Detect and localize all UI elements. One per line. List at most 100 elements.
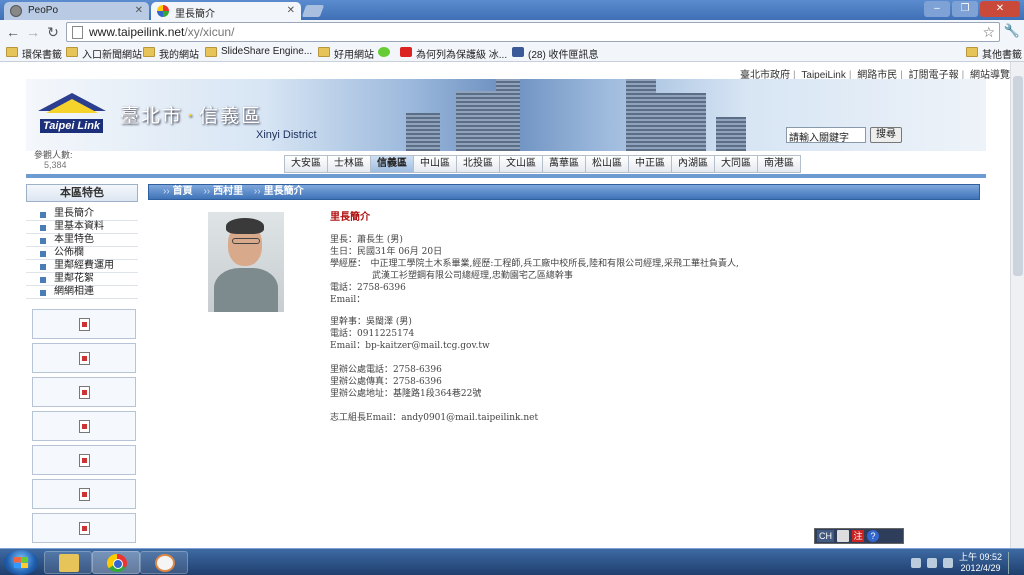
district-tab[interactable]: 內湖區 <box>672 155 715 173</box>
bookmark-item[interactable]: 我的網站 <box>143 46 199 61</box>
bullet-icon <box>40 264 46 270</box>
tab-label: PeoPo <box>28 5 59 16</box>
ie-icon <box>378 47 390 57</box>
site-title: 臺北市 · 信義區 <box>120 105 263 127</box>
web-page: 臺北市政府 | TaipeiLink | 網路市民 | 訂閱電子報 | 網站導覽 Tai… <box>0 62 1024 548</box>
district-tab[interactable]: 中山區 <box>414 155 457 173</box>
secretary-name: 里幹事：吳閩澤 (男) <box>330 317 412 327</box>
forward-arrow-icon[interactable]: → <box>24 23 42 41</box>
chief-birth: 生日：民國31年 06月 20日 <box>330 247 443 257</box>
new-tab-button[interactable] <box>301 5 325 17</box>
taskbar-explorer[interactable] <box>44 551 92 574</box>
office-address: 里辦公處地址：基隆路1段364巷22號 <box>330 389 482 399</box>
ime-input-icon[interactable]: 注 <box>852 530 864 542</box>
district-tab[interactable]: 士林區 <box>328 155 371 173</box>
sidebar-banner[interactable] <box>32 343 136 373</box>
secretary-email[interactable]: Email：bp-kaitzer@mail.tcg.gov.tw <box>330 340 970 352</box>
sidebar-item-chief-intro[interactable]: 里長簡介 <box>26 208 138 221</box>
close-icon[interactable]: ✕ <box>287 5 295 16</box>
breadcrumb-current: 里長簡介 <box>263 186 304 197</box>
breadcrumb-home[interactable]: 首頁 <box>173 186 193 197</box>
sidebar-banner[interactable] <box>32 411 136 441</box>
bookmark-item[interactable]: 好用網站 <box>318 46 374 61</box>
bookmark-item[interactable]: 為何列為保護級 冰... <box>400 46 507 61</box>
breadcrumb-village[interactable]: 西村里 <box>213 186 243 197</box>
window-close-button[interactable]: ✕ <box>980 1 1020 17</box>
chief-info: 里長簡介 里長：蕭長生 (男) 生日：民國31年 06月 20日 學經歷： 中正… <box>330 212 970 424</box>
reload-icon[interactable]: ↻ <box>44 23 62 41</box>
district-tab[interactable]: 南港區 <box>758 155 801 173</box>
district-tab[interactable]: 中正區 <box>629 155 672 173</box>
chief-portrait <box>208 212 284 312</box>
sidebar-item-basic-info[interactable]: 里基本資料 <box>26 221 138 234</box>
sidebar-banner[interactable] <box>32 513 136 543</box>
network-icon[interactable] <box>926 558 937 568</box>
sidebar-item-features[interactable]: 本里特色 <box>26 234 138 247</box>
star-icon[interactable]: ☆ <box>982 24 995 41</box>
sidebar-banner[interactable] <box>32 377 136 407</box>
sidebar-item-highlights[interactable]: 里鄰花絮 <box>26 273 138 286</box>
district-tab[interactable]: 大安區 <box>284 155 328 173</box>
bookmark-item[interactable]: 入口新聞網站 <box>66 46 142 61</box>
sidebar-item-bulletin[interactable]: 公佈欄 <box>26 247 138 260</box>
district-tab[interactable]: 文山區 <box>500 155 543 173</box>
volume-icon[interactable] <box>942 558 953 568</box>
sidebar-banner[interactable] <box>32 479 136 509</box>
clock[interactable]: 上午 09:52 2012/4/29 <box>959 552 1002 574</box>
district-tab[interactable]: 萬華區 <box>543 155 586 173</box>
broken-image-icon <box>79 386 90 399</box>
ime-mode-icon[interactable] <box>837 530 849 542</box>
bookmark-item[interactable]: SlideShare Engine... <box>205 46 312 57</box>
volunteer-email[interactable]: 志工組長Email：andy0901@mail.taipeilink.net <box>330 412 970 424</box>
broken-image-icon <box>79 522 90 535</box>
browser-toolbar: ← → ↻ www.taipeilink.net/xy/xicun/ ☆ 🔧 <box>0 20 1024 44</box>
tab-chief-intro[interactable]: 里長簡介 ✕ <box>151 2 301 20</box>
folder-icon <box>143 47 155 57</box>
district-nav: 大安區 士林區 信義區 中山區 北投區 文山區 萬華區 松山區 中正區 內湖區 … <box>284 155 801 173</box>
office-phone: 里辦公處電話：2758-6396 <box>330 365 442 375</box>
bullet-icon <box>40 251 46 257</box>
show-hidden-icons-icon[interactable] <box>910 558 921 568</box>
sidebar-banner[interactable] <box>32 309 136 339</box>
sidebar-item-funds[interactable]: 里鄰經費運用 <box>26 260 138 273</box>
chief-edu-cont: 武漢工衫塑鋼有限公司總經理,忠勤園宅乙區總幹事 <box>372 271 573 281</box>
bookmark-item[interactable]: 環保書籤 <box>6 46 62 61</box>
tab-peopo[interactable]: PeoPo ✕ <box>4 2 149 20</box>
district-tab[interactable]: 北投區 <box>457 155 500 173</box>
district-tab[interactable]: 大同區 <box>715 155 758 173</box>
visitors-count: 5,384 <box>44 160 67 170</box>
facebook-icon <box>512 47 524 57</box>
bookmark-item[interactable]: (28) 收件匣訊息 <box>512 46 599 61</box>
maximize-button[interactable]: ❐ <box>952 1 978 17</box>
other-bookmarks[interactable]: 其他書籤 <box>966 46 1022 61</box>
site-banner: Taipei Link 臺北市 · 信義區 Xinyi District 請輸入關鍵… <box>26 79 986 151</box>
scrollbar[interactable] <box>1010 62 1024 548</box>
minimize-button[interactable]: – <box>924 1 950 17</box>
taskbar-chrome[interactable] <box>92 551 140 574</box>
sidebar-banner[interactable] <box>32 445 136 475</box>
close-icon[interactable]: ✕ <box>135 5 143 16</box>
url-host: www.taipeilink.net <box>89 25 185 39</box>
taskbar-paint[interactable] <box>140 551 188 574</box>
bullet-icon <box>40 225 46 231</box>
show-desktop-button[interactable] <box>1008 552 1018 574</box>
back-arrow-icon[interactable]: ← <box>4 23 22 41</box>
sidebar-item-links[interactable]: 網網相連 <box>26 286 138 299</box>
search-input[interactable]: 請輸入關鍵字 <box>786 127 866 144</box>
start-button[interactable] <box>4 550 38 575</box>
scrollbar-thumb[interactable] <box>1013 76 1023 276</box>
building-graphic <box>716 117 746 151</box>
ime-language[interactable]: CH <box>817 530 834 542</box>
district-tab[interactable]: 松山區 <box>586 155 629 173</box>
bookmarks-bar: 環保書籤 入口新聞網站 我的網站 SlideShare Engine... 好用… <box>0 44 1024 62</box>
office-fax: 里辦公處傳真：2758-6396 <box>330 377 442 387</box>
taipeilink-logo[interactable]: Taipei Link <box>38 93 106 139</box>
wrench-icon[interactable]: 🔧 <box>1004 23 1020 39</box>
district-english-name: Xinyi District <box>256 129 317 141</box>
folder-icon <box>966 47 978 57</box>
search-button[interactable]: 搜尋 <box>870 127 902 143</box>
sidebar-heading: 本區特色 <box>26 184 138 202</box>
district-tab-active[interactable]: 信義區 <box>371 155 414 173</box>
help-icon[interactable]: ? <box>867 530 879 542</box>
address-bar[interactable]: www.taipeilink.net/xy/xicun/ ☆ <box>66 22 1000 42</box>
